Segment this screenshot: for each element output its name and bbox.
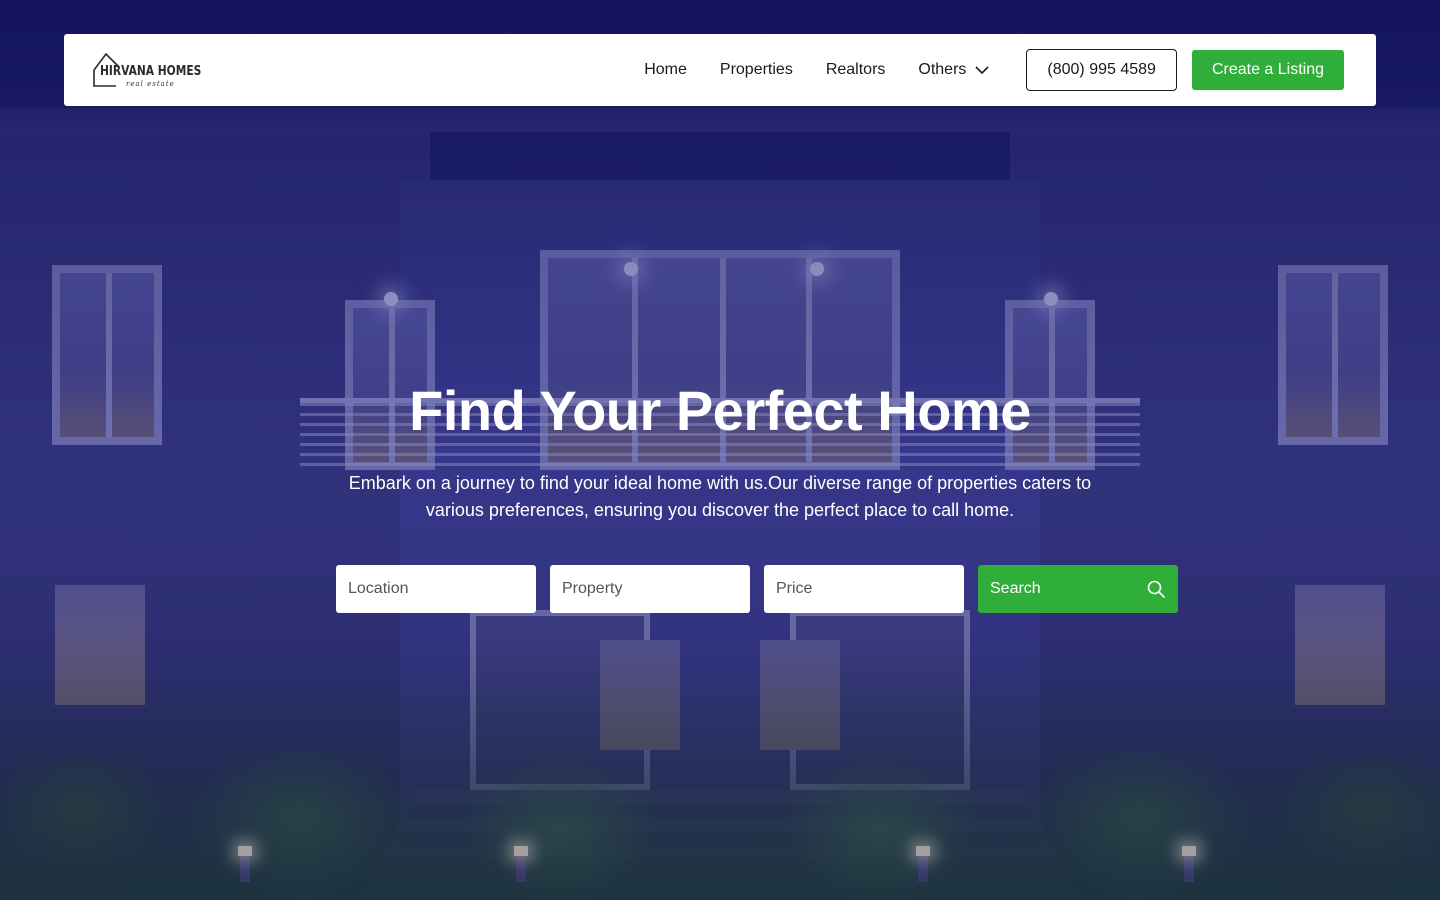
hero-background bbox=[0, 0, 1440, 900]
nav-link-home[interactable]: Home bbox=[644, 61, 687, 79]
brand-name: HIRVANA HOMES bbox=[100, 64, 202, 79]
search-icon bbox=[1147, 580, 1165, 598]
phone-button[interactable]: (800) 995 4589 bbox=[1026, 49, 1177, 91]
search-button-label: Search bbox=[990, 580, 1041, 597]
hero-subtitle: Embark on a journey to find your ideal h… bbox=[348, 473, 1092, 520]
hero-title: Find Your Perfect Home bbox=[409, 379, 1031, 442]
chevron-down-icon bbox=[975, 66, 989, 75]
search-bar: Search bbox=[336, 565, 1178, 613]
search-button[interactable]: Search bbox=[978, 565, 1178, 613]
brand-tagline: real estate bbox=[126, 80, 175, 88]
nav-link-properties[interactable]: Properties bbox=[720, 61, 793, 79]
nav-dropdown-label: Others bbox=[918, 61, 967, 78]
location-input[interactable] bbox=[336, 565, 536, 613]
navbar: HIRVANA HOMES real estate Home Propertie… bbox=[64, 34, 1376, 106]
property-input[interactable] bbox=[550, 565, 750, 613]
main-nav: Home Properties Realtors Others (800) 99… bbox=[644, 49, 1344, 91]
price-input[interactable] bbox=[764, 565, 964, 613]
nav-link-realtors[interactable]: Realtors bbox=[826, 61, 886, 79]
hero-overlay bbox=[0, 0, 1440, 900]
brand-logo[interactable]: HIRVANA HOMES real estate bbox=[92, 50, 202, 90]
nav-dropdown-others[interactable]: Others bbox=[918, 61, 990, 79]
create-listing-button[interactable]: Create a Listing bbox=[1191, 50, 1344, 90]
